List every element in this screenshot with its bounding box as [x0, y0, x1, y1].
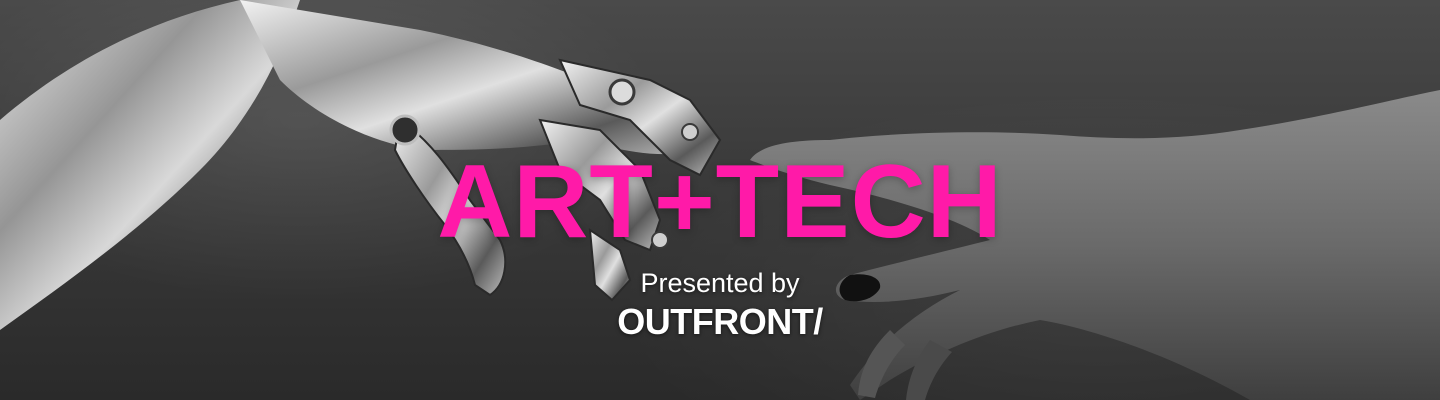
hero-banner: ART+TECH Presented by OUTFRONT/	[0, 0, 1440, 400]
banner-content: ART+TECH Presented by OUTFRONT/	[0, 0, 1440, 400]
outfront-logo: OUTFRONT/	[617, 301, 823, 342]
sponsor-logo-container: OUTFRONT/	[0, 302, 1440, 342]
presented-by-text: Presented by	[640, 268, 800, 298]
banner-title: ART+TECH	[437, 144, 1003, 260]
